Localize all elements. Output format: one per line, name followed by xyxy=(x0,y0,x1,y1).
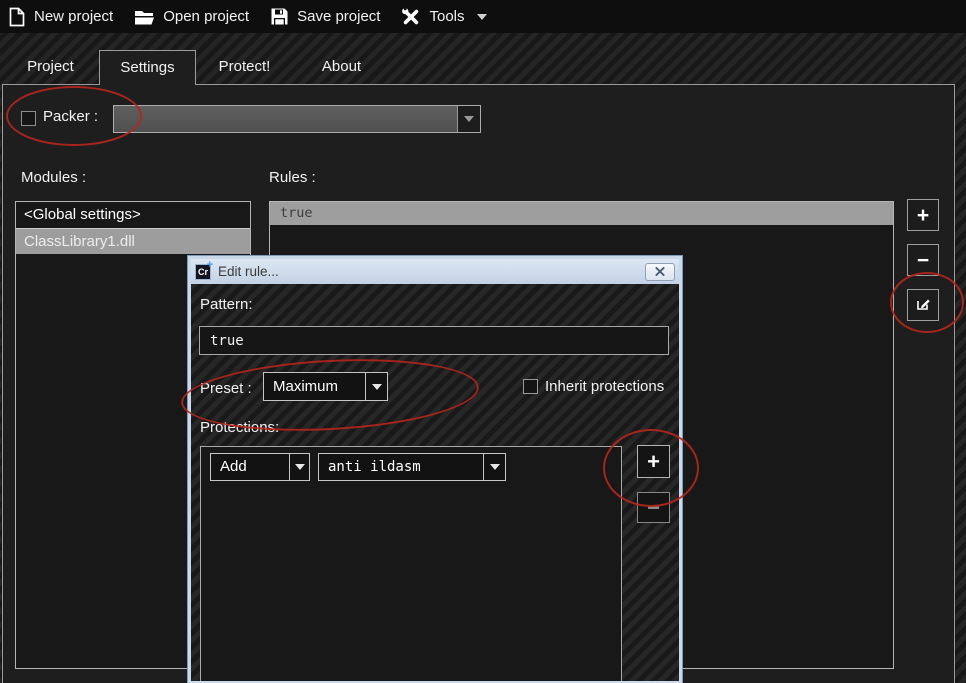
open-project-label: Open project xyxy=(163,8,250,25)
minus-icon: − xyxy=(916,248,930,272)
save-project-label: Save project xyxy=(297,8,381,25)
tools-label: Tools xyxy=(429,8,465,25)
packer-combobox[interactable] xyxy=(113,105,481,133)
new-project-label: New project xyxy=(34,8,114,25)
inherit-protections-label: Inherit protections xyxy=(545,378,665,395)
packer-checkbox[interactable] xyxy=(21,111,36,126)
app-icon: Cr + xyxy=(195,259,213,280)
new-project-button[interactable]: New project xyxy=(6,5,115,29)
protection-dropdown-button[interactable] xyxy=(483,454,505,480)
protections-list: Add anti ildasm xyxy=(200,446,622,681)
preset-label: Preset : xyxy=(200,380,252,397)
edit-icon xyxy=(915,295,932,316)
preset-combobox[interactable]: Maximum xyxy=(263,372,388,401)
tools-icon xyxy=(401,6,421,27)
protections-label: Protections: xyxy=(200,419,280,436)
remove-protection-button[interactable]: − xyxy=(637,492,670,523)
preset-dropdown-button[interactable] xyxy=(365,373,387,400)
protection-action-value: Add xyxy=(220,458,247,475)
edit-rule-dialog: Cr + Edit rule... Pattern: Preset : Maxi… xyxy=(187,255,683,683)
dialog-body: Pattern: Preset : Maximum Inherit protec… xyxy=(191,284,679,681)
tab-about[interactable]: About xyxy=(293,50,390,84)
tab-protect[interactable]: Protect! xyxy=(196,50,293,84)
save-project-button[interactable]: Save project xyxy=(268,5,382,28)
packer-label: Packer : xyxy=(43,108,99,125)
inherit-protections-checkbox[interactable] xyxy=(523,379,538,394)
tab-strip: Project Settings Protect! About xyxy=(2,50,390,85)
module-item-classlibrary1[interactable]: ClassLibrary1.dll xyxy=(16,228,250,254)
dialog-title: Edit rule... xyxy=(218,264,279,279)
chevron-down-icon xyxy=(476,13,487,20)
dropdown-arrow-icon xyxy=(294,464,305,470)
packer-dropdown-button[interactable] xyxy=(457,106,480,132)
save-icon xyxy=(270,7,289,26)
protection-name-combobox[interactable]: anti ildasm xyxy=(318,453,506,481)
remove-rule-button[interactable]: − xyxy=(907,244,939,276)
toolbar: New project Open project Save project To… xyxy=(0,0,966,33)
close-button[interactable] xyxy=(645,262,675,281)
module-item-global-settings[interactable]: <Global settings> xyxy=(16,202,250,228)
tab-settings[interactable]: Settings xyxy=(99,50,196,85)
modules-label: Modules : xyxy=(21,169,87,186)
rules-label: Rules : xyxy=(269,169,316,186)
dropdown-arrow-icon xyxy=(464,116,474,122)
pattern-label: Pattern: xyxy=(200,296,253,313)
plus-icon: + xyxy=(916,203,930,227)
preset-value: Maximum xyxy=(273,378,339,395)
protection-action-combobox[interactable]: Add xyxy=(210,453,310,481)
action-dropdown-button[interactable] xyxy=(289,454,309,480)
add-rule-button[interactable]: + xyxy=(907,199,939,231)
open-folder-icon xyxy=(134,8,155,26)
app-icon-plus: + xyxy=(206,258,213,271)
add-protection-button[interactable]: + xyxy=(637,445,670,478)
close-icon xyxy=(655,263,665,281)
tab-project[interactable]: Project xyxy=(2,50,99,84)
tools-menu-button[interactable]: Tools xyxy=(399,5,488,29)
pattern-input[interactable] xyxy=(199,326,669,355)
dialog-titlebar: Cr + Edit rule... xyxy=(191,259,679,284)
minus-icon: − xyxy=(647,494,660,520)
plus-icon: + xyxy=(647,448,660,474)
protection-name-value: anti ildasm xyxy=(328,459,421,475)
open-project-button[interactable]: Open project xyxy=(132,6,251,28)
dropdown-arrow-icon xyxy=(371,383,382,390)
dropdown-arrow-icon xyxy=(489,464,500,470)
new-file-icon xyxy=(8,7,26,27)
edit-rule-button[interactable] xyxy=(907,289,939,321)
rule-item-true[interactable]: true xyxy=(270,202,893,225)
